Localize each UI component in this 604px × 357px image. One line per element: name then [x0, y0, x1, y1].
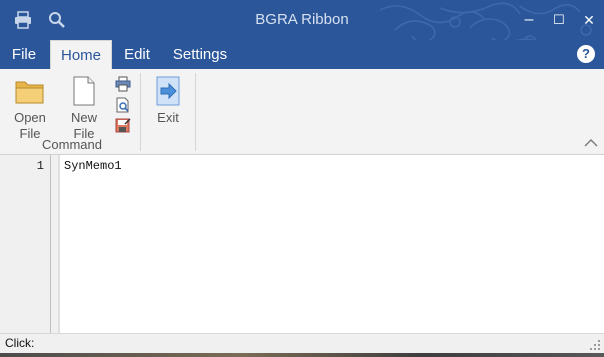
- tab-settings[interactable]: Settings: [164, 40, 236, 69]
- print-button[interactable]: [114, 75, 132, 93]
- printer-icon: [115, 76, 131, 92]
- save-button[interactable]: [114, 117, 132, 135]
- group-separator: [195, 73, 196, 151]
- group-separator: [140, 73, 141, 151]
- save-icon: [115, 118, 131, 133]
- close-button[interactable]: ✕: [574, 0, 604, 40]
- print-preview-icon: [116, 97, 129, 113]
- exit-label: Exit: [157, 110, 179, 125]
- tab-file[interactable]: File: [0, 40, 48, 69]
- tab-home[interactable]: Home: [50, 40, 112, 69]
- app-window: BGRA Ribbon – ☐ ✕ File Home Edit Setting…: [0, 0, 604, 357]
- editor-text[interactable]: SynMemo1: [64, 159, 122, 173]
- gutter-divider: [50, 155, 51, 333]
- group-label-command: Command: [42, 137, 102, 152]
- ribbon-panel: Open File New File Command Exit: [0, 69, 604, 155]
- status-bar: Click:: [0, 333, 604, 353]
- ribbon-tabs: File Home Edit Settings ?: [0, 40, 604, 69]
- syn-memo-editor[interactable]: 1 SynMemo1: [0, 155, 604, 333]
- exit-icon: [148, 73, 188, 109]
- line-number: 1: [36, 159, 44, 173]
- help-button[interactable]: ?: [577, 45, 595, 63]
- title-bar: BGRA Ribbon – ☐ ✕: [0, 0, 604, 40]
- tab-edit[interactable]: Edit: [112, 40, 162, 69]
- new-file-label-1: New: [70, 110, 97, 125]
- exit-button[interactable]: Exit: [148, 73, 188, 126]
- new-document-icon: [60, 73, 108, 109]
- desktop-background-strip: [0, 353, 604, 357]
- status-text: Click:: [5, 336, 35, 350]
- collapse-ribbon-icon[interactable]: [584, 137, 598, 149]
- line-number-gutter: 1: [0, 155, 60, 333]
- open-file-label-1: Open: [14, 110, 46, 125]
- print-preview-button[interactable]: [114, 96, 132, 114]
- minimize-button[interactable]: –: [514, 0, 544, 40]
- window-controls: – ☐ ✕: [514, 0, 604, 40]
- open-file-button[interactable]: Open File: [6, 73, 54, 142]
- maximize-button[interactable]: ☐: [544, 0, 574, 40]
- resize-grip-icon[interactable]: [589, 339, 601, 351]
- new-file-button[interactable]: New File: [60, 73, 108, 142]
- folder-icon: [6, 73, 54, 109]
